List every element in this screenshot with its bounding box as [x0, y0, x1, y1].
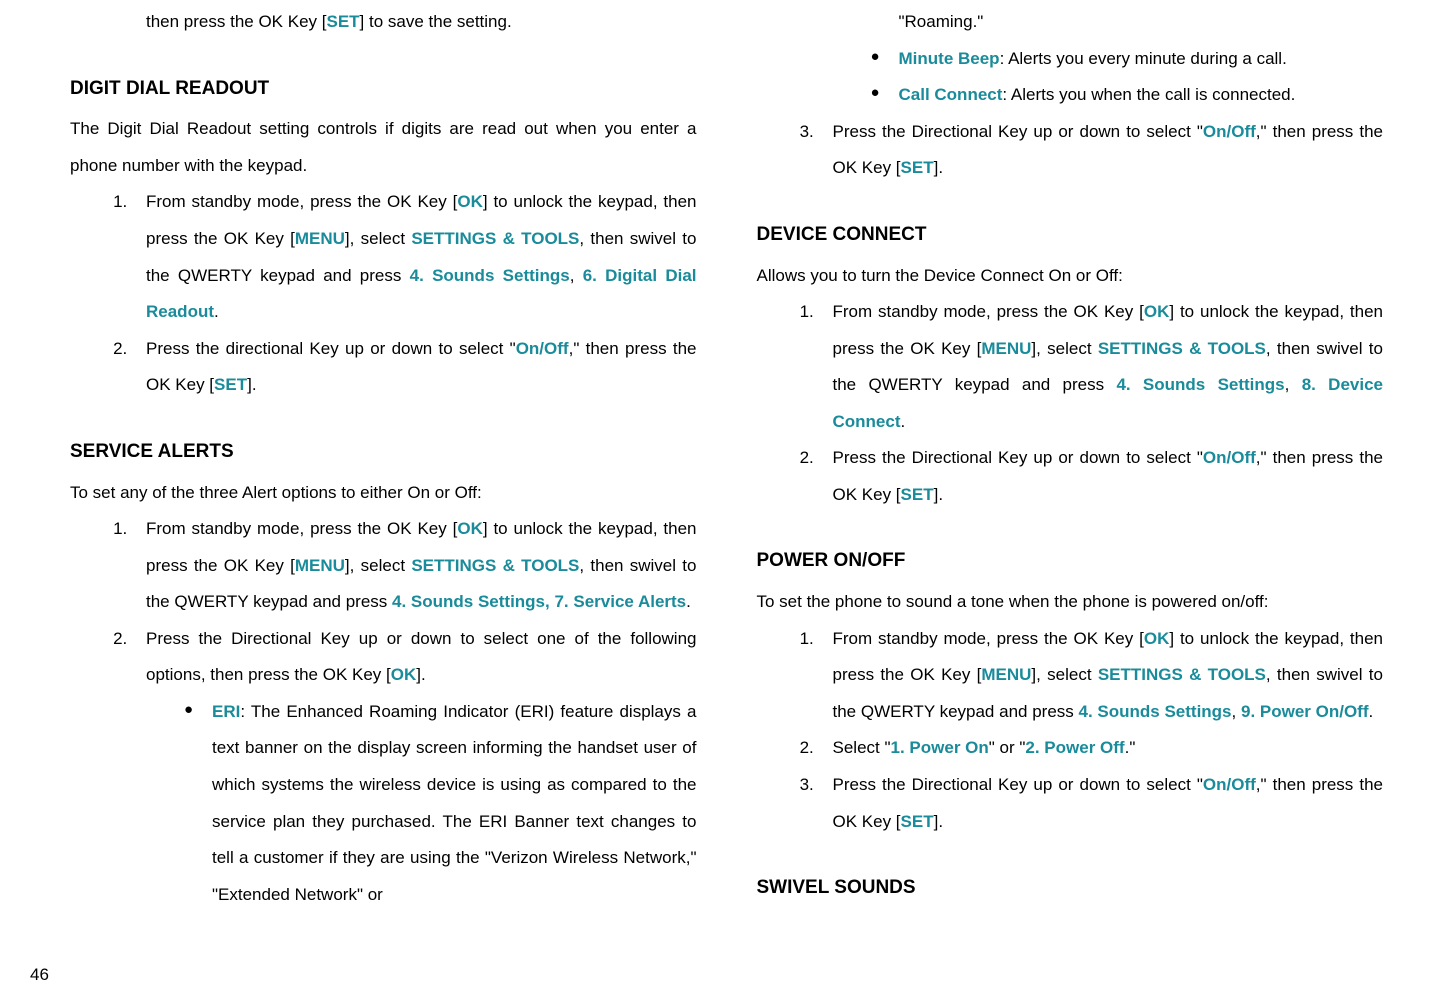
- step: From standby mode, press the OK Key [OK]…: [819, 294, 1384, 440]
- intro-digit-dial: The Digit Dial Readout setting controls …: [70, 111, 697, 184]
- steps-power-onoff: From standby mode, press the OK Key [OK]…: [757, 621, 1384, 840]
- page-number: 46: [30, 965, 49, 985]
- text: ].: [934, 485, 943, 504]
- continuation-text: then press the OK Key [SET] to save the …: [70, 4, 697, 41]
- text: ] to save the setting.: [360, 12, 512, 31]
- steps-device-connect: From standby mode, press the OK Key [OK]…: [757, 294, 1384, 513]
- text: .: [214, 302, 219, 321]
- heading-swivel-sounds: SWIVEL SOUNDS: [757, 868, 1384, 909]
- menu-sounds: 4. Sounds Settings: [1116, 375, 1284, 394]
- menu-sounds: 4. Sounds Settings: [1079, 702, 1232, 721]
- key-ok: OK: [1144, 629, 1170, 648]
- steps-digit-dial: From standby mode, press the OK Key [OK]…: [70, 184, 697, 403]
- text: From standby mode, press the OK Key [: [833, 629, 1144, 648]
- option-onoff: On/Off: [1203, 122, 1256, 141]
- step: Press the directional Key up or down to …: [132, 331, 697, 404]
- key-set: SET: [901, 812, 934, 831]
- step: From standby mode, press the OK Key [OK]…: [819, 621, 1384, 731]
- step: Press the Directional Key up or down to …: [819, 767, 1384, 840]
- menu-settings-tools: SETTINGS & TOOLS: [1098, 665, 1266, 684]
- key-set: SET: [901, 158, 934, 177]
- option-power-off: 2. Power Off: [1025, 738, 1124, 757]
- text: .": [1125, 738, 1136, 757]
- intro-power-onoff: To set the phone to sound a tone when th…: [757, 584, 1384, 621]
- key-set: SET: [214, 375, 247, 394]
- text: ], select: [1031, 665, 1097, 684]
- label-call-connect: Call Connect: [899, 85, 1003, 104]
- text: ], select: [345, 229, 411, 248]
- text: then press the OK Key [: [146, 12, 326, 31]
- step: Select "1. Power On" or "2. Power Off.": [819, 730, 1384, 767]
- text: From standby mode, press the OK Key [: [146, 519, 457, 538]
- bullet-eri: ERI: The Enhanced Roaming Indicator (ERI…: [184, 694, 697, 913]
- label-minute-beep: Minute Beep: [899, 49, 1000, 68]
- option-onoff: On/Off: [516, 339, 569, 358]
- heading-power-onoff: POWER ON/OFF: [757, 541, 1384, 582]
- text: : The Enhanced Roaming Indicator (ERI) f…: [212, 702, 697, 904]
- key-menu: MENU: [295, 229, 345, 248]
- heading-digit-dial: DIGIT DIAL READOUT: [70, 69, 697, 110]
- text: ], select: [1031, 339, 1097, 358]
- option-onoff: On/Off: [1203, 448, 1256, 467]
- step: Press the Directional Key up or down to …: [819, 114, 1384, 187]
- text: ].: [247, 375, 256, 394]
- text: ].: [934, 812, 943, 831]
- steps-service-alerts-cont: Press the Directional Key up or down to …: [757, 114, 1384, 187]
- key-set: SET: [901, 485, 934, 504]
- page-columns: then press the OK Key [SET] to save the …: [70, 0, 1383, 913]
- key-ok: OK: [457, 519, 483, 538]
- menu-settings-tools: SETTINGS & TOOLS: [1098, 339, 1266, 358]
- bullet-minute-beep: Minute Beep: Alerts you every minute dur…: [871, 41, 1384, 78]
- right-column: "Roaming." Minute Beep: Alerts you every…: [757, 4, 1384, 913]
- step: Press the Directional Key up or down to …: [819, 440, 1384, 513]
- text: : Alerts you when the call is connected.: [1002, 85, 1295, 104]
- left-column: then press the OK Key [SET] to save the …: [70, 4, 697, 913]
- menu-settings-tools: SETTINGS & TOOLS: [411, 229, 579, 248]
- key-menu: MENU: [981, 665, 1031, 684]
- text: " or ": [989, 738, 1026, 757]
- intro-device-connect: Allows you to turn the Device Connect On…: [757, 258, 1384, 295]
- bullets-service-alerts: ERI: The Enhanced Roaming Indicator (ERI…: [146, 694, 697, 913]
- label-eri: ERI: [212, 702, 240, 721]
- menu-sounds: 4. Sounds Settings: [410, 266, 570, 285]
- intro-service-alerts: To set any of the three Alert options to…: [70, 475, 697, 512]
- text: .: [686, 592, 691, 611]
- text: .: [901, 412, 906, 431]
- text: ,: [1285, 375, 1302, 394]
- key-menu: MENU: [981, 339, 1031, 358]
- menu-settings-tools: SETTINGS & TOOLS: [411, 556, 579, 575]
- bullets-service-alerts-cont: Minute Beep: Alerts you every minute dur…: [757, 41, 1384, 114]
- text: ], select: [345, 556, 411, 575]
- key-menu: MENU: [295, 556, 345, 575]
- text: From standby mode, press the OK Key [: [146, 192, 457, 211]
- text: ].: [416, 665, 425, 684]
- key-ok: OK: [391, 665, 417, 684]
- step: Press the Directional Key up or down to …: [132, 621, 697, 913]
- key-ok: OK: [1144, 302, 1170, 321]
- heading-device-connect: DEVICE CONNECT: [757, 215, 1384, 256]
- text: Press the Directional Key up or down to …: [833, 448, 1203, 467]
- steps-service-alerts: From standby mode, press the OK Key [OK]…: [70, 511, 697, 913]
- key-set: SET: [326, 12, 359, 31]
- key-ok: OK: [457, 192, 483, 211]
- step: From standby mode, press the OK Key [OK]…: [132, 511, 697, 621]
- text: .: [1369, 702, 1374, 721]
- text: ,: [1232, 702, 1241, 721]
- option-onoff: On/Off: [1203, 775, 1256, 794]
- text: Press the directional Key up or down to …: [146, 339, 516, 358]
- bullet-call-connect: Call Connect: Alerts you when the call i…: [871, 77, 1384, 114]
- heading-service-alerts: SERVICE ALERTS: [70, 432, 697, 473]
- text: Select ": [833, 738, 891, 757]
- continuation-roaming: "Roaming.": [757, 4, 1384, 41]
- option-power-on: 1. Power On: [891, 738, 989, 757]
- text: ].: [934, 158, 943, 177]
- text: From standby mode, press the OK Key [: [833, 302, 1144, 321]
- menu-service-alerts: 4. Sounds Settings, 7. Service Alerts: [392, 592, 686, 611]
- text: ,: [570, 266, 583, 285]
- text: : Alerts you every minute during a call.: [1000, 49, 1287, 68]
- text: Press the Directional Key up or down to …: [833, 775, 1203, 794]
- step: From standby mode, press the OK Key [OK]…: [132, 184, 697, 330]
- text: Press the Directional Key up or down to …: [833, 122, 1203, 141]
- menu-power-onoff: 9. Power On/Off: [1241, 702, 1369, 721]
